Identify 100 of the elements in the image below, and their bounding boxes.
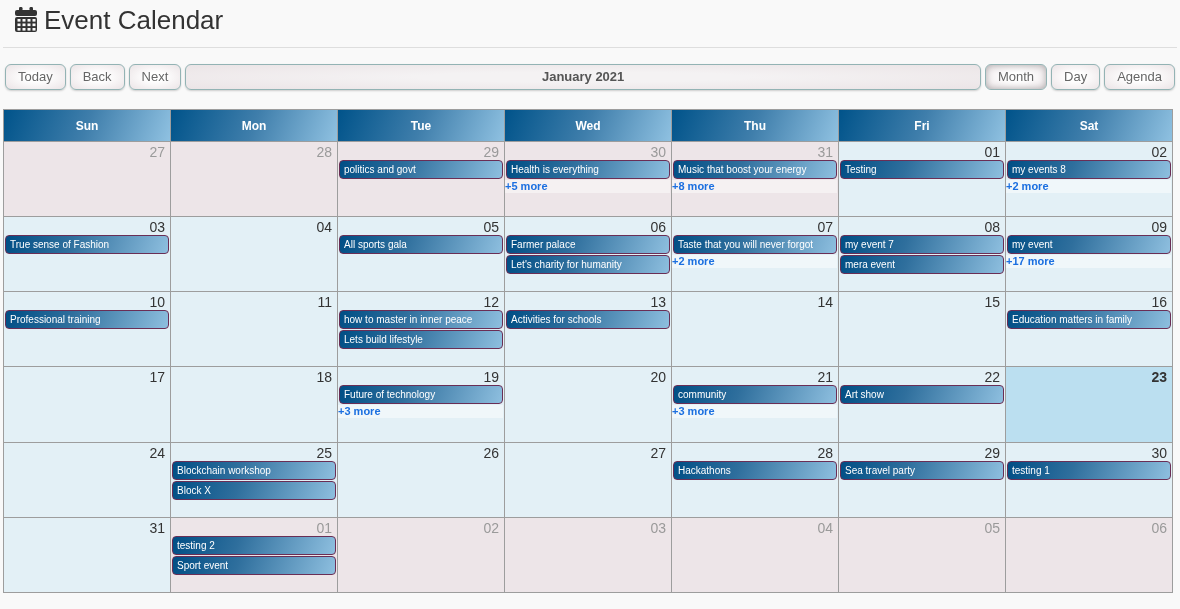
date-number: 03 [650,519,666,536]
date-number: 07 [817,219,833,236]
day-cell[interactable]: 30 Health is everything +5 more [505,142,671,217]
more-link[interactable]: +8 more [672,180,837,193]
event-bar[interactable]: Taste that you will never forgot [673,235,837,255]
date-number: 24 [149,444,165,461]
date-number: 29 [483,144,499,160]
event-bar[interactable]: my event 7 [840,235,1004,255]
day-cell[interactable]: 15 [839,292,1005,367]
date-number: 06 [650,219,666,236]
event-bar[interactable]: All sports gala [339,235,503,255]
date-number: 01 [984,144,1000,160]
weekday-header: Wed [505,110,671,141]
date-number: 29 [984,444,1000,461]
day-cell[interactable]: 23 [1006,367,1172,442]
event-bar[interactable]: Professional training [5,310,169,330]
day-cell[interactable]: 30 testing 1 [1006,442,1172,517]
day-cell[interactable]: 24 [4,442,170,517]
more-link[interactable]: +3 more [338,405,503,419]
event-bar[interactable]: how to master in inner peace [339,310,503,330]
date-number: 02 [483,519,499,536]
event-bar[interactable]: Blockchain workshop [172,460,336,480]
day-cell[interactable]: 28 Hackathons [672,442,838,517]
day-cell[interactable]: 27 [505,442,671,517]
calendar-icon [15,7,37,32]
nav-button[interactable]: Next [128,64,182,90]
weekday-header: Sat [1006,110,1172,141]
more-link[interactable]: +5 more [505,180,670,193]
date-number: 02 [1151,144,1167,160]
day-cell[interactable]: 04 [171,217,337,292]
day-cell[interactable]: 03 True sense of Fashion [4,217,170,292]
date-number: 27 [149,144,165,160]
day-cell[interactable]: 07 Taste that you will never forgot +2 more [672,217,838,292]
day-cell[interactable]: 20 [505,367,671,442]
event-bar[interactable]: Future of technology [339,385,503,405]
date-number: 19 [483,369,499,386]
date-number: 31 [817,144,833,160]
day-cell[interactable]: 01 testing 2 Sport event [171,517,337,592]
event-bar[interactable]: Education matters in family [1007,310,1171,330]
view-button[interactable]: Agenda [1104,64,1175,90]
more-link[interactable]: +2 more [672,255,837,269]
event-bar[interactable]: testing 2 [172,535,336,555]
day-cell[interactable]: 26 [338,442,504,517]
event-bar[interactable]: Farmer palace [506,235,670,255]
day-cell[interactable]: 18 [171,367,337,442]
more-link[interactable]: +3 more [672,405,837,419]
nav-button[interactable]: Today [5,64,66,90]
day-cell[interactable]: 31 [4,517,170,592]
weekday-header: Sun [4,110,170,141]
event-bar[interactable]: Lets build lifestyle [339,330,503,350]
day-cell[interactable]: 21 community +3 more [672,367,838,442]
day-cell[interactable]: 02 my events 8 +2 more [1006,142,1172,217]
view-button[interactable]: Day [1051,64,1101,90]
event-bar[interactable]: testing 1 [1007,460,1171,480]
day-cell[interactable]: 25 Blockchain workshop Block X [171,442,337,517]
day-cell[interactable]: 29 Sea travel party [839,442,1005,517]
more-link[interactable]: +17 more [1006,255,1171,269]
date-number: 01 [316,519,332,536]
date-number: 22 [984,369,1000,386]
nav-button[interactable]: Back [69,64,125,90]
day-cell[interactable]: 11 [171,292,337,367]
event-bar[interactable]: Sea travel party [840,460,1004,480]
day-cell[interactable]: 12 how to master in inner peace Lets build lifestyle [338,292,504,367]
day-cell[interactable]: 05 All sports gala [338,217,504,292]
day-cell[interactable]: 29 politics and govt [338,142,504,217]
event-bar[interactable]: Art show [840,385,1004,405]
day-cell[interactable]: 13 Activities for schools [505,292,671,367]
event-bar[interactable]: Activities for schools [506,310,670,330]
event-bar[interactable]: politics and govt [339,160,503,179]
event-bar[interactable]: community [673,385,837,405]
more-link[interactable]: +2 more [1006,180,1171,193]
day-cell[interactable]: 17 [4,367,170,442]
event-bar[interactable]: True sense of Fashion [5,235,169,255]
event-bar[interactable]: Testing [840,160,1004,179]
view-button[interactable]: Month [984,64,1048,90]
day-cell[interactable]: 16 Education matters in family [1006,292,1172,367]
day-cell[interactable]: 09 my event +17 more [1006,217,1172,292]
event-bar[interactable]: Health is everything [506,160,670,179]
date-number: 06 [1151,519,1167,536]
day-cell[interactable]: 08 my event 7 mera event [839,217,1005,292]
date-number: 10 [149,294,165,311]
day-cell[interactable]: 01 Testing [839,142,1005,217]
event-bar[interactable]: Sport event [172,555,336,575]
date-number: 31 [149,519,165,536]
day-cell[interactable]: 06 Farmer palace Let's charity for humanity [505,217,671,292]
event-bar[interactable]: mera event [840,255,1004,275]
event-bar[interactable]: my event [1007,235,1171,255]
day-cell[interactable]: 22 Art show [839,367,1005,442]
date-number: 09 [1151,219,1167,236]
day-cell[interactable]: 10 Professional training [4,292,170,367]
date-number: 05 [984,519,1000,536]
day-cell[interactable]: 19 Future of technology +3 more [338,367,504,442]
event-bar[interactable]: my events 8 [1007,160,1171,179]
day-cell[interactable]: 14 [672,292,838,367]
event-bar[interactable]: Let's charity for humanity [506,255,670,275]
event-bar[interactable]: Hackathons [673,460,837,480]
date-number: 28 [817,444,833,461]
event-bar[interactable]: Music that boost your energy [673,160,837,179]
day-cell[interactable]: 31 Music that boost your energy +8 more [672,142,838,217]
event-bar[interactable]: Block X [172,480,336,500]
